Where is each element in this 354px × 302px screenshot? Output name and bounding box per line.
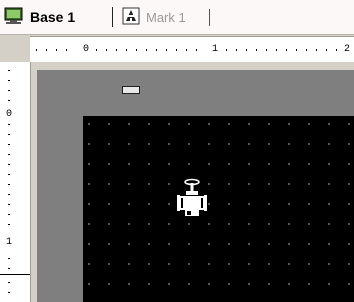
- tab-label: Mark 1: [146, 9, 186, 25]
- editor-canvas[interactable]: [31, 62, 354, 302]
- screen-area[interactable]: [83, 116, 354, 302]
- mark-icon: [122, 7, 140, 28]
- ruler-label: 0: [83, 44, 90, 55]
- ruler-ticks: [0, 70, 30, 293]
- tab-bar: Base 1 Mark 1: [0, 0, 354, 35]
- tab-mark-1[interactable]: Mark 1: [122, 6, 186, 28]
- ruler-label: 0: [6, 109, 13, 120]
- selection-handle[interactable]: [122, 86, 140, 94]
- screen-icon: [4, 7, 24, 28]
- ruler-label: 1: [6, 237, 13, 248]
- ruler-label: 1: [212, 44, 219, 55]
- ruler-corner: [0, 36, 30, 63]
- ruler-label: 2: [344, 44, 351, 55]
- tab-end-divider: [209, 9, 210, 26]
- horizontal-ruler: 0 1 2: [30, 36, 354, 64]
- ruler-ticks: [36, 49, 337, 51]
- vertical-ruler: 0 1: [0, 62, 31, 302]
- tab-base-1[interactable]: Base 1: [4, 6, 75, 28]
- tab-divider: [112, 7, 113, 27]
- valve-icon[interactable]: [177, 178, 207, 223]
- tab-label: Base 1: [30, 9, 76, 25]
